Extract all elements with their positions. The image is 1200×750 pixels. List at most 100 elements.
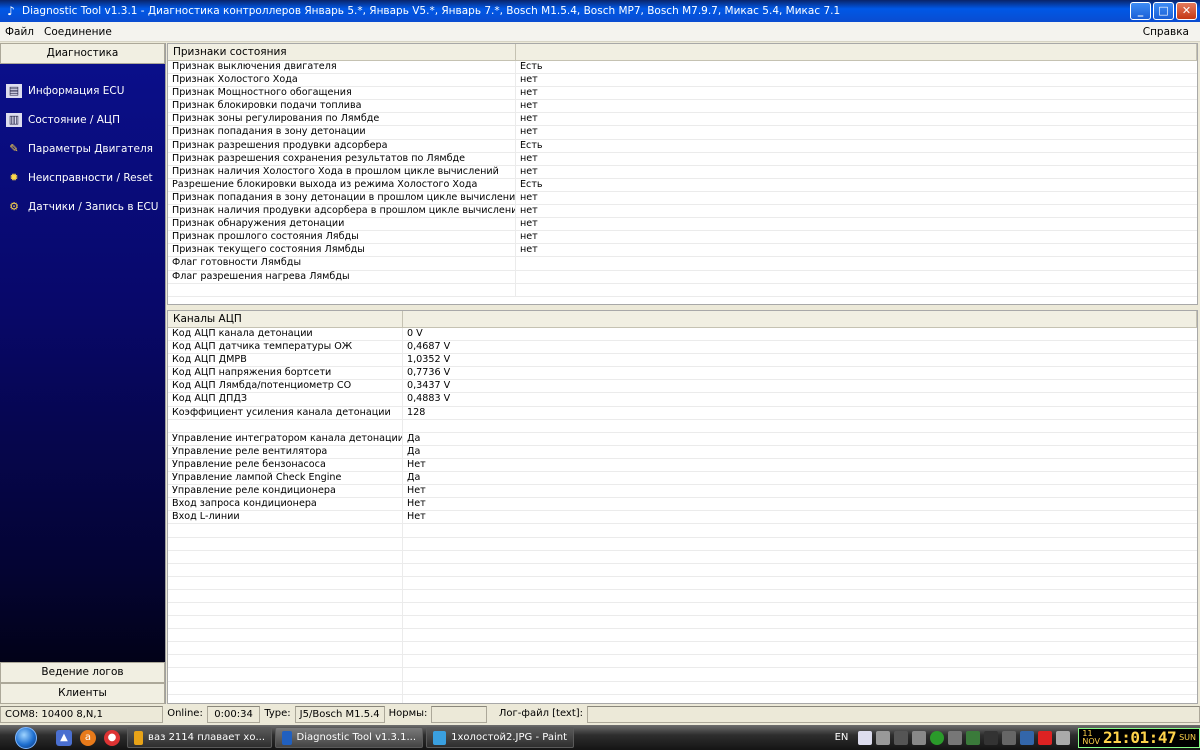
table-row[interactable] — [168, 537, 1197, 551]
cell-value — [403, 538, 407, 550]
column-header-value[interactable] — [516, 44, 1197, 60]
title-bar[interactable]: ♪ Diagnostic Tool v1.3.1 - Диагностика к… — [0, 0, 1200, 22]
tray-torrent-icon[interactable] — [930, 730, 945, 745]
table-row[interactable]: Признак обнаружения детонации нет — [168, 218, 1197, 232]
column-header-value[interactable] — [403, 311, 1197, 327]
start-button[interactable] — [0, 725, 52, 750]
table-row[interactable]: Признак Холостого Хода нет — [168, 74, 1197, 88]
table-row[interactable]: Код АЦП канала детонации 0 V — [168, 328, 1197, 342]
tray-volume-icon[interactable] — [912, 730, 927, 745]
table-row[interactable] — [168, 524, 1197, 538]
adc-channels-grid[interactable]: Каналы АЦП Код АЦП канала детонации 0 V Ко… — [167, 310, 1198, 704]
tray-display-icon[interactable] — [1020, 730, 1035, 745]
cell-name: Коэффициент усиления канала детонации — [168, 406, 403, 419]
language-indicator[interactable]: EN — [835, 732, 849, 743]
table-row[interactable]: Признак наличия продувки адсорбера в про… — [168, 205, 1197, 219]
table-row[interactable]: Код АЦП датчика температуры ОЖ 0,4687 V — [168, 341, 1197, 355]
table-row[interactable]: Признак зоны регулирования по Лямбде нет — [168, 113, 1197, 127]
table-row[interactable] — [168, 629, 1197, 643]
table-row[interactable]: Признак выключения двигателя Есть — [168, 61, 1197, 75]
diagnostic-tool-icon — [282, 730, 292, 745]
table-row[interactable]: Код АЦП напряжения бортсети 0,7736 V — [168, 367, 1197, 381]
table-row[interactable]: Признак разрешения сохранения результато… — [168, 152, 1197, 166]
table-row[interactable]: Управление интегратором канала детонации… — [168, 432, 1197, 446]
sidebar-item-label: Информация ECU — [28, 84, 125, 97]
maximize-button[interactable]: □ — [1153, 2, 1174, 20]
sidebar-item-engine-params[interactable]: ✎ Параметры Двигателя — [0, 134, 165, 163]
table-row[interactable] — [168, 655, 1197, 669]
table-row[interactable]: Управление лампой Check Engine Да — [168, 472, 1197, 486]
table-row[interactable]: Признак попадания в зону детонации нет — [168, 126, 1197, 140]
table-row[interactable]: Признак попадания в зону детонации в про… — [168, 191, 1197, 206]
table-row[interactable]: Код АЦП ДПДЗ 0,4883 V — [168, 393, 1197, 407]
table-row[interactable]: Признак разрешения продувки адсорбера Ест… — [168, 139, 1197, 153]
sidebar-item-faults-reset[interactable]: ✹ Неисправности / Reset — [0, 163, 165, 192]
close-button[interactable]: ✕ — [1176, 2, 1197, 20]
tray-shield-icon[interactable] — [966, 730, 981, 745]
table-row[interactable]: Разрешение блокировки выхода из режима Х… — [168, 178, 1197, 192]
taskbar-button[interactable]: ваз 2114 плавает хо... — [127, 727, 272, 748]
quicklaunch-avast-icon[interactable]: a — [80, 729, 96, 746]
cell-name: Признак наличия продувки адсорбера в про… — [168, 205, 516, 218]
table-row[interactable]: Признак Мощностного обогащения нет — [168, 87, 1197, 101]
table-row[interactable] — [168, 589, 1197, 603]
table-row[interactable]: Управление реле вентилятора Да — [168, 445, 1197, 459]
tray-pen-icon[interactable] — [894, 730, 909, 745]
table-row[interactable] — [168, 419, 1197, 433]
table-row[interactable] — [168, 616, 1197, 630]
table-row[interactable] — [168, 668, 1197, 682]
table-row[interactable] — [168, 694, 1197, 703]
sidebar-item-ecu-info[interactable]: ▤ Информация ECU — [0, 76, 165, 105]
sidebar-item-status-adc[interactable]: ▥ Состояние / АЦП — [0, 105, 165, 134]
table-row[interactable] — [168, 642, 1197, 656]
sidebar-header-diagnostics[interactable]: Диагностика — [0, 43, 165, 64]
table-row[interactable]: Признак блокировки подачи топлива нет — [168, 100, 1197, 114]
status-flags-grid[interactable]: Признаки состояния Признак выключения дв… — [167, 43, 1198, 305]
menu-file[interactable]: Файл — [0, 26, 39, 38]
table-row[interactable]: Вход запроса кондиционера Нет — [168, 498, 1197, 512]
column-header-name[interactable]: Признаки состояния — [168, 44, 516, 60]
sidebar-item-label: Параметры Двигателя — [28, 142, 153, 155]
table-row[interactable] — [168, 563, 1197, 577]
table-row[interactable] — [168, 602, 1197, 617]
table-row[interactable]: Управление реле кондиционера Нет — [168, 485, 1197, 499]
tray-antivirus-icon[interactable] — [1038, 730, 1053, 745]
clock[interactable]: 11 NOV 21:01:47 SUN — [1078, 727, 1200, 748]
column-header-name[interactable]: Каналы АЦП — [168, 311, 403, 327]
tray-settings-icon[interactable] — [876, 730, 891, 745]
port-status: COM8: 10400 8,N,1 — [0, 706, 164, 723]
tray-wifi-icon[interactable] — [1002, 730, 1017, 745]
quicklaunch-app-icon[interactable]: ▲ — [56, 729, 72, 746]
quicklaunch-chrome-icon[interactable]: ● — [104, 729, 120, 746]
table-row[interactable]: Флаг разрешения нагрева Лямбды — [168, 270, 1197, 284]
table-row[interactable] — [168, 283, 1197, 297]
tray-usb-icon[interactable] — [948, 730, 963, 745]
cell-name: Управление реле вентилятора — [168, 445, 403, 458]
table-row[interactable] — [168, 681, 1197, 695]
table-row[interactable]: Управление реле бензонасоса Нет — [168, 458, 1197, 473]
cell-name: Управление реле бензонасоса — [168, 458, 403, 472]
sidebar-clients-button[interactable]: Клиенты — [0, 683, 165, 704]
sidebar-logs-button[interactable]: Ведение логов — [0, 662, 165, 683]
sidebar-item-sensors-write[interactable]: ⚙ Датчики / Запись в ECU — [0, 192, 165, 221]
taskbar-button-label: 1холостой2.JPG - Paint — [451, 732, 567, 743]
table-row[interactable]: Вход L-линии Нет — [168, 511, 1197, 525]
taskbar-button[interactable]: 1холостой2.JPG - Paint — [426, 727, 574, 748]
menu-help[interactable]: Справка — [1138, 26, 1194, 38]
taskbar-button[interactable]: Diagnostic Tool v1.3.1... — [275, 727, 423, 748]
cell-value: Есть — [520, 139, 543, 151]
tray-sss-icon[interactable] — [984, 730, 999, 745]
table-row[interactable]: Код АЦП Лямбда/потенциометр CO 0,3437 V — [168, 380, 1197, 394]
minimize-button[interactable]: _ — [1130, 2, 1151, 20]
table-row[interactable]: Признак текущего состояния Лямбды нет — [168, 244, 1197, 258]
tray-sound-icon[interactable] — [1056, 730, 1071, 745]
table-row[interactable]: Коэффициент усиления канала детонации 128 — [168, 406, 1197, 420]
table-row[interactable] — [168, 576, 1197, 590]
tray-network-icon[interactable] — [858, 730, 873, 745]
menu-connection[interactable]: Соединение — [39, 26, 117, 38]
table-row[interactable]: Признак наличия Холостого Хода в прошлом… — [168, 165, 1197, 179]
table-row[interactable]: Признак прошлого состояния Лябды нет — [168, 231, 1197, 245]
table-row[interactable]: Код АЦП ДМРВ 1,0352 V — [168, 354, 1197, 368]
table-row[interactable]: Флаг готовности Лямбды — [168, 257, 1197, 271]
table-row[interactable] — [168, 550, 1197, 564]
